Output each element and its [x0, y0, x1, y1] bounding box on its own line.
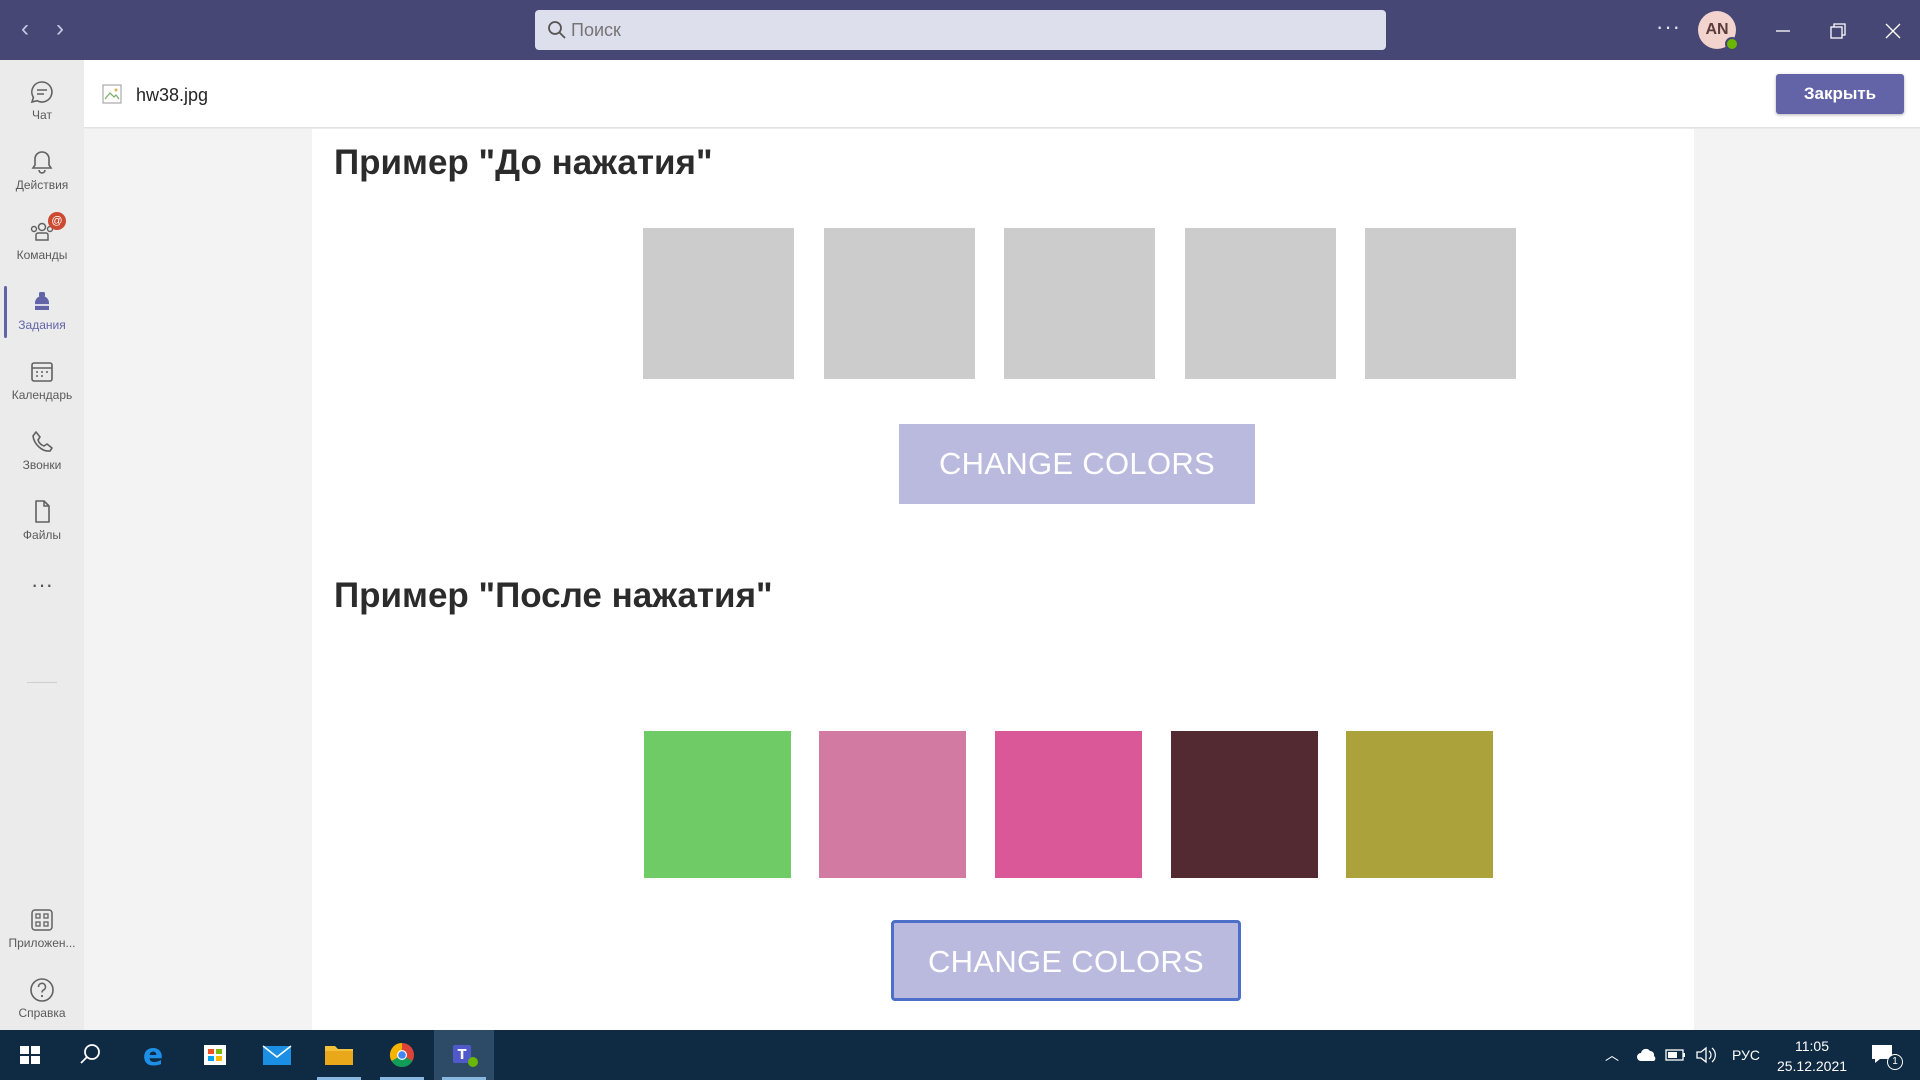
before-heading: Пример "До нажатия"	[334, 143, 713, 182]
rail-item-label: Команды	[16, 248, 68, 262]
input-language[interactable]: РУС	[1732, 1030, 1760, 1080]
file-viewer-header: hw38.jpg Закрыть	[84, 60, 1920, 128]
notification-count: 1	[1887, 1054, 1903, 1070]
image-file-icon	[102, 84, 122, 104]
rail-item-help[interactable]: Справка	[0, 966, 84, 1032]
close-button[interactable]: Закрыть	[1776, 74, 1904, 114]
search-icon	[548, 21, 566, 39]
bell-icon	[31, 151, 53, 174]
color-square	[1365, 228, 1516, 379]
tray-chevron-icon[interactable]: ︿	[1605, 1030, 1619, 1080]
rail-item-label: Задания	[18, 318, 66, 332]
minimize-icon[interactable]	[1755, 0, 1811, 60]
explorer-icon	[325, 1046, 353, 1065]
rail-item-label: Звонки	[22, 458, 62, 472]
calendar-icon	[31, 362, 53, 382]
file-name: hw38.jpg	[136, 85, 209, 105]
rail-item-teams[interactable]: @ Команды	[0, 208, 84, 274]
assignments-icon	[35, 292, 49, 310]
taskbar-edge[interactable]: e	[123, 1030, 183, 1080]
rail-item-calendar[interactable]: Календарь	[0, 348, 84, 414]
color-square	[819, 731, 966, 878]
clock-time: 11:05	[1795, 1038, 1829, 1054]
battery-icon[interactable]	[1665, 1047, 1687, 1063]
onedrive-icon[interactable]	[1636, 1046, 1658, 1064]
store-icon	[204, 1045, 226, 1065]
notifications-button[interactable]: 1	[1866, 1030, 1906, 1080]
rail-item-label: Календарь	[11, 388, 73, 402]
start-button[interactable]	[0, 1030, 60, 1080]
rail-divider	[27, 682, 57, 683]
title-bar: ‹ › ··· AN	[0, 0, 1920, 60]
search-input[interactable]	[571, 10, 1351, 50]
color-square	[1004, 228, 1155, 379]
more-options-button[interactable]: ···	[1656, 14, 1681, 40]
rail-item-label: Справка	[18, 1006, 66, 1020]
rail-item-assignments[interactable]: Задания	[0, 278, 84, 344]
volume-icon[interactable]	[1695, 1045, 1717, 1065]
rail-item-label: Приложен...	[8, 936, 76, 950]
app-bar: Чат Действия @ Команды Задания Календарь…	[0, 60, 84, 1030]
close-window-icon[interactable]	[1865, 0, 1920, 60]
rail-item-label: Чат	[32, 108, 52, 122]
apps-icon	[31, 909, 53, 931]
svg-text:T: T	[458, 1048, 467, 1063]
change-colors-button-after: CHANGE COLORS	[891, 920, 1241, 1001]
search-box[interactable]	[535, 10, 1386, 50]
taskbar-chrome[interactable]	[372, 1030, 432, 1080]
chrome-icon	[389, 1043, 414, 1068]
teams-app-icon: T	[453, 1045, 478, 1067]
avatar-initials: AN	[1705, 21, 1729, 38]
presence-status-icon	[1725, 37, 1739, 51]
taskbar-teams[interactable]: T	[434, 1030, 494, 1080]
file-viewer: Пример "До нажатия" CHANGE COLORS Пример…	[84, 129, 1920, 1030]
image-preview: Пример "До нажатия" CHANGE COLORS Пример…	[312, 129, 1694, 1030]
file-icon	[35, 500, 50, 523]
color-square	[824, 228, 975, 379]
more-apps-icon[interactable]: ···	[0, 565, 84, 615]
color-square	[1185, 228, 1336, 379]
mention-badge: @	[48, 212, 66, 230]
chat-icon	[30, 81, 53, 104]
search-icon	[80, 1044, 100, 1064]
rail-item-files[interactable]: Файлы	[0, 488, 84, 554]
taskbar-mail[interactable]	[247, 1030, 307, 1080]
after-heading: Пример "После нажатия"	[334, 576, 773, 615]
windows-start-icon	[20, 1046, 40, 1064]
svg-text:e: e	[143, 1038, 163, 1073]
avatar[interactable]: AN	[1698, 11, 1739, 51]
rail-item-label: Действия	[15, 178, 69, 192]
color-square	[995, 731, 1142, 878]
color-square	[1171, 731, 1318, 878]
back-arrow-icon[interactable]: ‹	[10, 14, 40, 44]
rail-item-chat[interactable]: Чат	[0, 68, 84, 134]
color-square	[1346, 731, 1493, 878]
help-icon	[30, 978, 54, 1002]
mail-icon	[262, 1045, 292, 1065]
edge-icon: e	[143, 1038, 163, 1073]
taskbar-explorer[interactable]	[309, 1030, 369, 1080]
taskbar-store[interactable]	[185, 1030, 245, 1080]
rail-item-label: Файлы	[22, 528, 62, 542]
phone-icon	[32, 431, 53, 452]
taskbar: e T ︿ РУС 11:05 25.12.2021 1	[0, 1030, 1920, 1080]
clock-date: 25.12.2021	[1776, 1058, 1848, 1074]
forward-arrow-icon[interactable]: ›	[45, 14, 75, 44]
taskbar-search-button[interactable]	[60, 1030, 120, 1080]
rail-item-calls[interactable]: Звонки	[0, 418, 84, 484]
active-indicator	[4, 286, 7, 338]
restore-icon[interactable]	[1810, 0, 1866, 60]
change-colors-button-before: CHANGE COLORS	[899, 424, 1255, 504]
system-clock[interactable]: 11:05 25.12.2021	[1772, 1036, 1852, 1076]
color-square	[643, 228, 794, 379]
rail-item-apps[interactable]: Приложен...	[0, 896, 84, 962]
color-square	[644, 731, 791, 878]
rail-item-activity[interactable]: Действия	[0, 138, 84, 204]
